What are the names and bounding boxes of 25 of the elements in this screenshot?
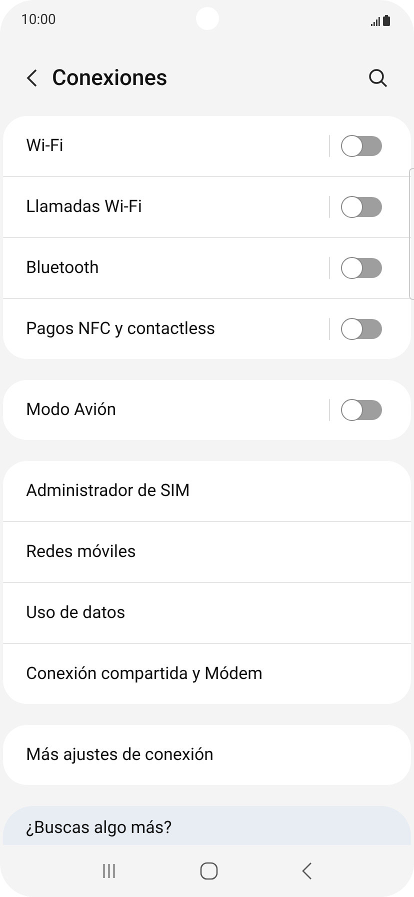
setting-item[interactable]: Más ajustes de conexión <box>26 745 382 765</box>
setting-item[interactable]: Uso de datos <box>26 603 382 623</box>
setting-item[interactable]: Wi-Fi <box>26 136 329 156</box>
setting-item[interactable]: Llamadas Wi-Fi <box>26 197 329 217</box>
setting-item[interactable]: Redes móviles <box>26 542 382 562</box>
back-icon[interactable] <box>302 862 312 880</box>
toggle-switch[interactable] <box>342 400 382 420</box>
suggestion-title: ¿Buscas algo más? <box>26 818 172 838</box>
recents-icon[interactable] <box>102 864 116 878</box>
search-icon <box>368 68 388 88</box>
home-icon[interactable] <box>200 862 218 880</box>
toggle-switch[interactable] <box>342 258 382 278</box>
battery-icon <box>383 14 390 26</box>
back-icon <box>26 68 38 88</box>
status-time: 10:00 <box>21 12 56 28</box>
setting-item[interactable]: Pagos NFC y contactless <box>26 319 329 339</box>
setting-item[interactable]: Modo Avión <box>26 400 329 420</box>
page-title: Conexiones <box>52 66 168 90</box>
setting-item[interactable]: Bluetooth <box>26 258 329 278</box>
toggle-switch[interactable] <box>342 197 382 217</box>
setting-item[interactable]: Conexión compartida y Módem <box>26 664 382 684</box>
setting-item[interactable]: Administrador de SIM <box>26 481 382 501</box>
signal-icon <box>371 16 380 26</box>
toggle-switch[interactable] <box>342 136 382 156</box>
toggle-switch[interactable] <box>342 319 382 339</box>
